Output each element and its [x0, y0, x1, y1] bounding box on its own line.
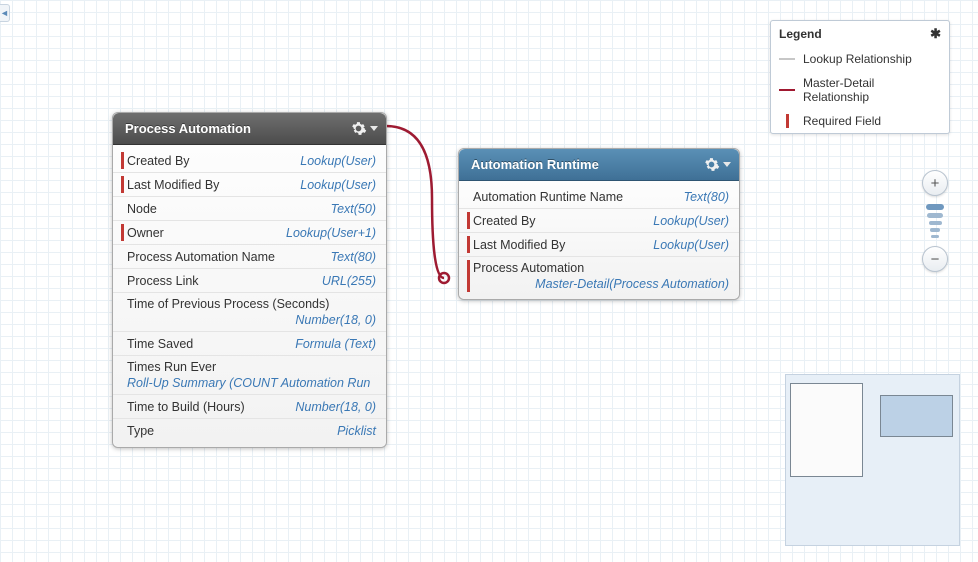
chevron-down-icon: [723, 162, 731, 167]
zoom-out-button[interactable]: −: [922, 246, 948, 272]
legend-label: Required Field: [803, 114, 881, 128]
entity-automation-runtime[interactable]: Automation Runtime Automation Runtime Na…: [458, 148, 740, 300]
field-row[interactable]: Times Run Ever Roll-Up Summary (COUNT Aut…: [113, 356, 386, 395]
field-type: Text(80): [331, 250, 376, 264]
field-type: URL(255): [322, 274, 376, 288]
chevron-down-icon: [370, 126, 378, 131]
legend-label: Master-Detail Relationship: [803, 76, 941, 104]
field-type: Lookup(User): [653, 214, 729, 228]
field-row[interactable]: Created By Lookup(User): [459, 209, 739, 233]
entity-menu-button[interactable]: [350, 120, 378, 137]
field-label: Automation Runtime Name: [473, 190, 623, 204]
field-label: Type: [127, 424, 154, 438]
field-type: Lookup(User): [653, 238, 729, 252]
field-label: Time of Previous Process (Seconds): [127, 297, 329, 311]
field-label: Node: [127, 202, 157, 216]
field-type: Number(18, 0): [295, 313, 376, 327]
zoom-tick: [931, 235, 939, 238]
minimap[interactable]: [785, 374, 960, 546]
field-label: Process Link: [127, 274, 199, 288]
field-type: Master-Detail(Process Automation): [535, 277, 729, 291]
zoom-controls: + −: [920, 170, 950, 272]
zoom-tick: [929, 221, 942, 225]
legend-swatch-lookup: [779, 58, 795, 60]
field-type: Lookup(User): [300, 178, 376, 192]
gear-icon: [703, 156, 720, 173]
field-type: Number(18, 0): [295, 400, 376, 414]
entity-title: Automation Runtime: [471, 157, 599, 172]
field-label: Owner: [127, 226, 164, 240]
field-row[interactable]: Owner Lookup(User+1): [113, 221, 386, 245]
close-icon[interactable]: ✱: [930, 26, 941, 42]
minimap-viewport[interactable]: [790, 383, 863, 477]
field-label: Created By: [127, 154, 190, 168]
entity-process-automation[interactable]: Process Automation Created By Lookup(User…: [112, 112, 387, 448]
field-label: Time to Build (Hours): [127, 400, 245, 414]
field-row[interactable]: Created By Lookup(User): [113, 149, 386, 173]
field-row[interactable]: Last Modified By Lookup(User): [459, 233, 739, 257]
legend-item-master-detail: Master-Detail Relationship: [771, 71, 949, 109]
field-type: Formula (Text): [295, 337, 376, 351]
entity-header[interactable]: Automation Runtime: [459, 149, 739, 181]
entity-field-list: Automation Runtime Name Text(80) Created B…: [459, 181, 739, 299]
legend-item-required: Required Field: [771, 109, 949, 133]
field-type: Text(80): [684, 190, 729, 204]
field-type: Roll-Up Summary (COUNT Automation Run: [127, 376, 370, 390]
legend-label: Lookup Relationship: [803, 52, 912, 66]
field-row[interactable]: Process Automation Name Text(80): [113, 245, 386, 269]
field-row[interactable]: Process Automation Master-Detail(Process …: [459, 257, 739, 295]
zoom-tick: [930, 228, 940, 232]
relationship-connector: [384, 118, 464, 298]
field-type: Text(50): [331, 202, 376, 216]
field-label: Time Saved: [127, 337, 193, 351]
entity-header[interactable]: Process Automation: [113, 113, 386, 145]
field-label: Times Run Ever: [127, 360, 216, 374]
field-row[interactable]: Type Picklist: [113, 419, 386, 443]
legend-item-lookup: Lookup Relationship: [771, 47, 949, 71]
field-row[interactable]: Automation Runtime Name Text(80): [459, 185, 739, 209]
entity-menu-button[interactable]: [703, 156, 731, 173]
field-label: Process Automation: [473, 261, 584, 275]
legend-swatch-required: [779, 114, 795, 128]
zoom-tick: [926, 204, 944, 210]
legend-swatch-master: [779, 89, 795, 91]
field-label: Last Modified By: [473, 238, 565, 252]
field-row[interactable]: Time to Build (Hours) Number(18, 0): [113, 395, 386, 419]
field-row[interactable]: Node Text(50): [113, 197, 386, 221]
entity-field-list: Created By Lookup(User) Last Modified By Lo…: [113, 145, 386, 447]
legend-title: Legend: [779, 27, 822, 41]
gear-icon: [350, 120, 367, 137]
zoom-in-button[interactable]: +: [922, 170, 948, 196]
minimap-object: [880, 395, 953, 437]
field-label: Last Modified By: [127, 178, 219, 192]
zoom-tick: [927, 213, 943, 218]
side-panel-toggle[interactable]: ◄: [0, 4, 10, 22]
field-type: Lookup(User): [300, 154, 376, 168]
field-row[interactable]: Time of Previous Process (Seconds) Number…: [113, 293, 386, 332]
field-row[interactable]: Process Link URL(255): [113, 269, 386, 293]
legend-panel[interactable]: Legend ✱ Lookup Relationship Master-Deta…: [770, 20, 950, 134]
legend-header: Legend ✱: [771, 21, 949, 47]
field-label: Created By: [473, 214, 536, 228]
field-row[interactable]: Time Saved Formula (Text): [113, 332, 386, 356]
field-row[interactable]: Last Modified By Lookup(User): [113, 173, 386, 197]
field-type: Picklist: [337, 424, 376, 438]
zoom-slider[interactable]: [926, 200, 944, 242]
field-type: Lookup(User+1): [286, 226, 376, 240]
entity-title: Process Automation: [125, 121, 251, 136]
field-label: Process Automation Name: [127, 250, 275, 264]
